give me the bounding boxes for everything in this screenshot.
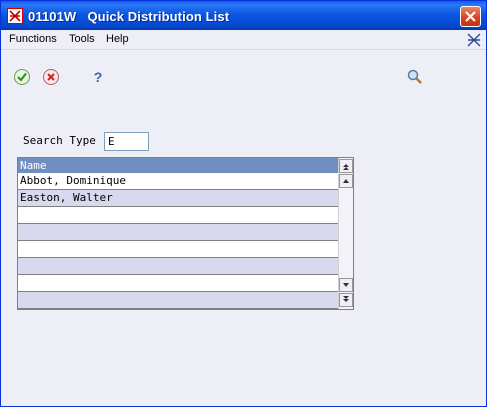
scroll-down-button[interactable] <box>339 293 353 307</box>
menu-help[interactable]: Help <box>106 33 129 45</box>
cancel-icon <box>43 69 59 85</box>
table-row[interactable] <box>18 241 338 258</box>
search-type-label: Search Type <box>23 134 96 147</box>
table-row[interactable] <box>18 292 338 309</box>
window-title: 01101W Quick Distribution List <box>28 9 230 24</box>
title-bar[interactable]: 01101W Quick Distribution List <box>1 1 486 30</box>
search-type-input[interactable]: E <box>104 132 149 151</box>
scroll-bottom-icon <box>343 296 349 302</box>
check-icon <box>14 69 30 85</box>
table-row[interactable] <box>18 224 338 241</box>
find-button[interactable] <box>406 68 424 86</box>
scroll-top-icon <box>343 164 349 170</box>
chevron-up-icon <box>343 179 349 183</box>
scroll-up-button[interactable] <box>339 159 353 173</box>
grid-header-name[interactable]: Name <box>18 158 338 173</box>
close-icon <box>465 11 476 22</box>
grid-scrollbar[interactable] <box>338 158 353 309</box>
chevron-down-icon <box>343 283 349 287</box>
jde-brand-icon <box>466 32 482 48</box>
table-row[interactable] <box>18 258 338 275</box>
table-row[interactable] <box>18 275 338 292</box>
name-grid[interactable]: Name Abbot, Dominique Easton, Walter <box>17 157 354 310</box>
application-window: 01101W Quick Distribution List Functions… <box>0 0 487 407</box>
menu-help-label: Help <box>106 33 129 45</box>
menu-tools-label: Tools <box>69 33 95 45</box>
ok-button[interactable] <box>13 68 31 86</box>
table-row[interactable]: Abbot, Dominique <box>18 173 338 190</box>
grid-rows: Abbot, Dominique Easton, Walter <box>18 173 338 309</box>
toolbar: ? <box>1 51 486 101</box>
help-question-icon: ? <box>93 69 103 85</box>
menu-functions[interactable]: Functions <box>9 33 57 45</box>
form-area: Search Type E Name Abbot, Dominique East… <box>1 101 486 406</box>
cancel-button[interactable] <box>42 68 60 86</box>
menu-tools[interactable]: Tools <box>69 33 95 45</box>
close-button[interactable] <box>460 6 481 27</box>
table-row[interactable] <box>18 207 338 224</box>
search-magnifier-icon <box>407 69 422 84</box>
scroll-up-step-button[interactable] <box>339 174 353 188</box>
table-row[interactable]: Easton, Walter <box>18 190 338 207</box>
help-button[interactable]: ? <box>89 68 107 86</box>
menu-functions-label: Functions <box>9 33 57 45</box>
scroll-down-step-button[interactable] <box>339 278 353 292</box>
jde-logo-icon <box>7 8 23 24</box>
menu-bar: Functions Tools Help <box>1 30 486 50</box>
